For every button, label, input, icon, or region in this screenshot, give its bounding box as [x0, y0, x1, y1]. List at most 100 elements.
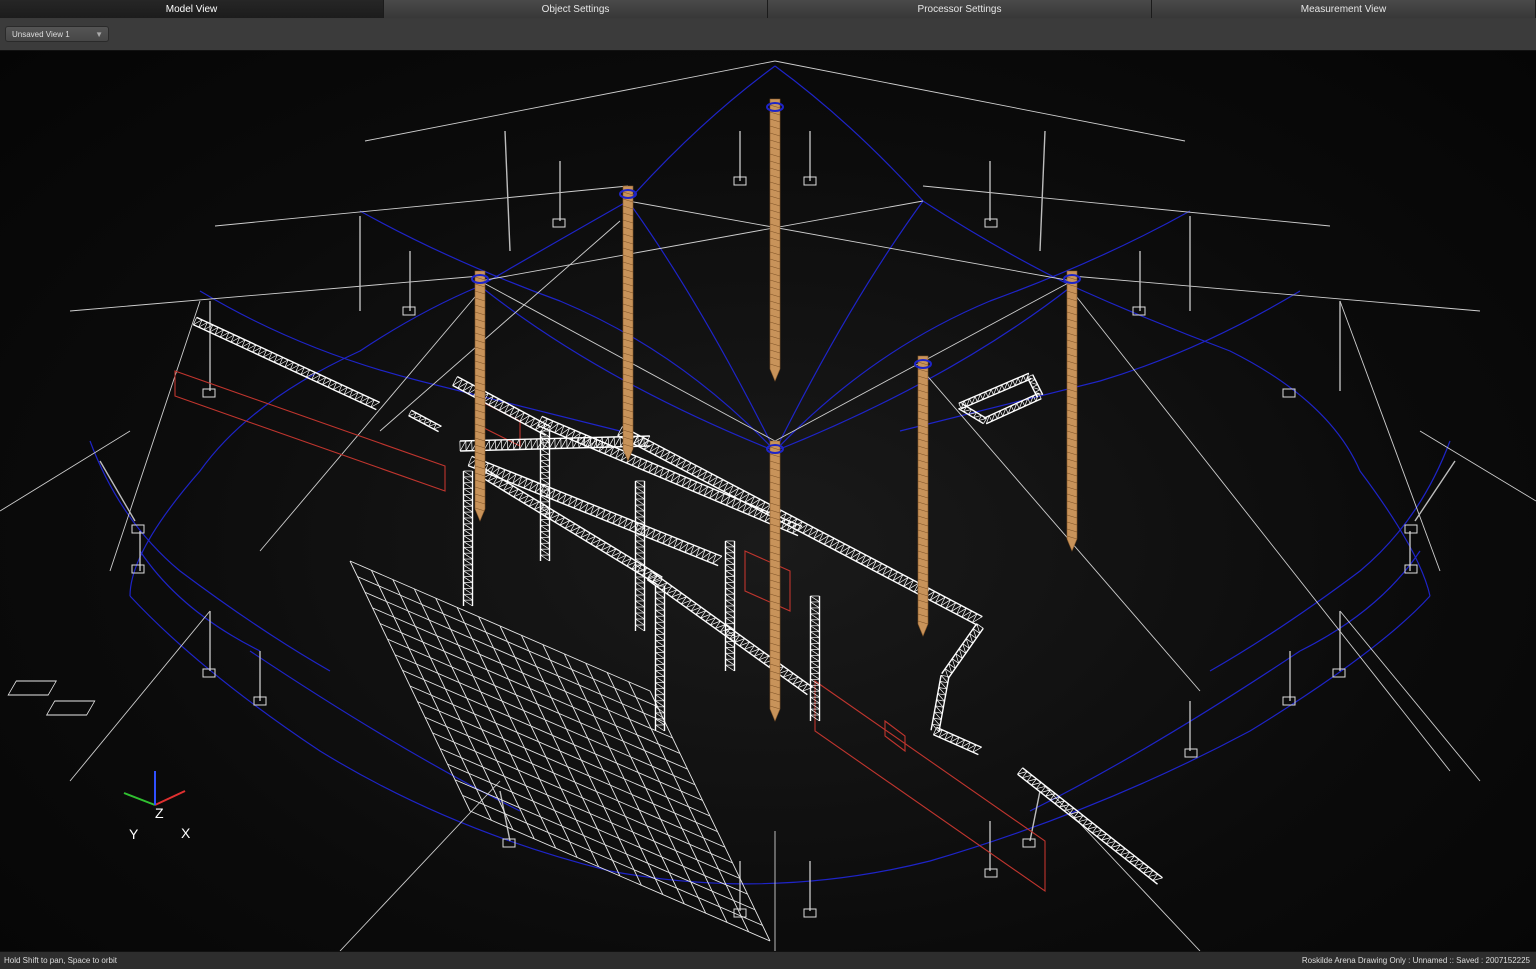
truss-lacing [726, 600, 735, 606]
mast-body [770, 441, 780, 721]
truss-lacing [1022, 401, 1024, 406]
truss-lacing [975, 396, 977, 402]
truss-lacing [464, 530, 473, 536]
truss-lacing [464, 553, 473, 559]
axis-x-label: X [181, 825, 190, 841]
mast-body [475, 271, 485, 521]
truss-lacing [1013, 380, 1015, 386]
truss-lacing [531, 439, 537, 449]
truss-lacing [541, 466, 550, 472]
truss-lacing [541, 449, 550, 455]
tab-measurement-view[interactable]: Measurement View [1152, 0, 1536, 18]
truss-lacing [656, 616, 665, 622]
truss-lacing [464, 489, 473, 495]
truss-lacing [541, 526, 550, 532]
truss-lacing [989, 416, 991, 421]
truss-layer [193, 317, 1162, 884]
truss-lacing [514, 439, 520, 449]
tab-model-view[interactable]: Model View [0, 0, 384, 18]
truss-lacing [656, 683, 665, 689]
status-hint: Hold Shift to pan, Space to orbit [4, 956, 117, 965]
mast-body [1067, 271, 1077, 551]
stage-floor-grid [0, 561, 770, 941]
truss-lacing [726, 612, 735, 618]
floor-grid-line [358, 577, 658, 707]
truss-lacing [464, 559, 473, 565]
truss-lacing [656, 640, 665, 646]
truss-lacing [1000, 411, 1002, 416]
tab-processor-settings[interactable]: Processor Settings [768, 0, 1152, 18]
truss-chord [478, 475, 658, 585]
truss-lacing [811, 614, 820, 620]
truss-leg [726, 541, 735, 671]
truss-lacing [636, 493, 645, 499]
truss-lacing [811, 596, 820, 602]
truss-lacing [656, 622, 665, 628]
truss-lacing [464, 583, 473, 589]
floor-grid-line [418, 702, 718, 832]
truss-lacing [496, 440, 502, 450]
axis-z-label: Z [155, 805, 164, 821]
truss-lacing [726, 641, 735, 647]
truss-lacing [1007, 382, 1009, 388]
truss-lacing [466, 441, 472, 451]
view-select-dropdown[interactable]: Unsaved View 1 ▼ [5, 26, 109, 42]
truss-lacing [997, 387, 999, 393]
truss-lacing [726, 559, 735, 565]
truss-lacing [656, 592, 665, 598]
truss-lacing [541, 531, 550, 537]
truss-lacing [656, 677, 665, 683]
truss-lacing [541, 461, 550, 467]
truss-lacing [541, 549, 550, 555]
truss-lacing [656, 628, 665, 634]
truss-lacing [464, 500, 473, 506]
truss-frame [1027, 375, 1042, 398]
truss-walkway-turn [931, 675, 949, 731]
truss-lacing [811, 644, 820, 650]
truss-lacing [1035, 390, 1040, 393]
mast-body [918, 356, 928, 636]
truss-lacing [541, 537, 550, 543]
truss-lacing [811, 608, 820, 614]
truss-lacing [636, 607, 645, 613]
truss-lacing [726, 647, 735, 653]
truss-lacing [636, 511, 645, 517]
tab-object-settings[interactable]: Object Settings [384, 0, 768, 18]
truss-lacing [464, 594, 473, 600]
truss-lacing [811, 602, 820, 608]
truss-lacing [726, 653, 735, 659]
truss-lacing [541, 543, 550, 549]
truss-lacing [464, 512, 473, 518]
truss-lacing [656, 659, 665, 665]
3d-viewport[interactable]: Z X Y [0, 51, 1536, 951]
mast-right [1064, 271, 1080, 551]
truss-lacing [490, 440, 496, 450]
floor-grid-line [425, 717, 725, 847]
truss-leg [636, 481, 645, 631]
truss-lacing [811, 632, 820, 638]
truss-lacing [464, 518, 473, 524]
stage-step [8, 681, 56, 695]
truss-lacing [1002, 385, 1004, 391]
truss-lacing [464, 483, 473, 489]
truss-lacing [561, 438, 567, 448]
floor-grid-line [433, 733, 733, 863]
truss-lacing [636, 577, 645, 583]
truss-lacing [726, 547, 735, 553]
truss-lacing [991, 389, 993, 395]
wireframe-scene[interactable] [0, 51, 1536, 951]
floor-grid-line [380, 624, 680, 754]
truss-lacing [986, 392, 988, 398]
truss-lacing [656, 689, 665, 695]
floor-grid-line [448, 764, 748, 894]
truss-lacing [726, 565, 735, 571]
truss-lacing [1018, 378, 1020, 384]
truss-lacing [726, 588, 735, 594]
speaker-array-layer [175, 371, 1045, 891]
truss-lacing [811, 667, 820, 673]
truss-lacing [811, 626, 820, 632]
truss-lacing [726, 541, 735, 547]
truss-lacing [726, 582, 735, 588]
truss-lacing [502, 440, 508, 450]
floor-grid-line [455, 780, 755, 910]
